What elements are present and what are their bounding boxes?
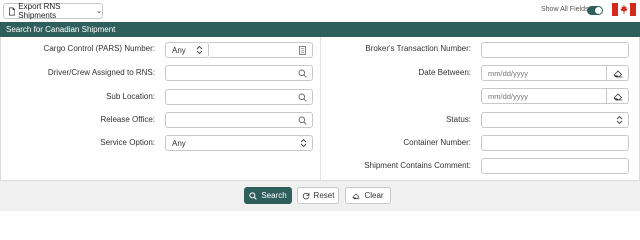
search-panel-header: Search for Canadian Shipment — [0, 22, 640, 37]
sub-location-input[interactable] — [165, 89, 313, 105]
date-to-placeholder: mm/dd/yyyy — [488, 91, 529, 101]
list-icon — [299, 46, 306, 55]
top-toolbar: Export RNS Shipments ⌄ Show All Fields — [0, 0, 640, 22]
chevron-down-icon: ⌄ — [96, 8, 102, 15]
export-button-label: Export RNS Shipments — [18, 2, 61, 20]
release-office-label: Release Office: — [100, 115, 155, 124]
clear-date-to-button[interactable] — [607, 88, 629, 104]
search-icon — [249, 191, 258, 200]
show-all-fields-toggle[interactable] — [587, 6, 603, 15]
refresh-icon — [302, 192, 309, 199]
driver-crew-input[interactable] — [165, 65, 313, 81]
service-option-value: Any — [172, 138, 186, 148]
cargo-control-label: Cargo Control (PARS) Number: — [43, 44, 155, 53]
cargo-control-number-input[interactable] — [209, 42, 313, 58]
service-option-label: Service Option: — [100, 138, 155, 147]
status-select[interactable] — [481, 112, 629, 128]
updown-chevron-icon — [616, 115, 623, 125]
search-button[interactable]: Search — [244, 187, 292, 204]
date-from-input[interactable]: mm/dd/yyyy — [481, 65, 607, 81]
broker-transaction-input[interactable] — [481, 42, 629, 58]
clear-date-from-button[interactable] — [607, 65, 629, 81]
sub-location-label: Sub Location: — [106, 92, 155, 101]
export-rns-shipments-button[interactable]: Export RNS Shipments ⌄ — [3, 2, 103, 20]
clear-button[interactable]: Clear — [345, 187, 391, 204]
eraser-icon — [352, 193, 361, 199]
driver-crew-label: Driver/Crew Assigned to RNS: — [47, 68, 155, 77]
status-label: Status: — [446, 115, 471, 124]
search-icon[interactable] — [298, 93, 307, 102]
container-number-input[interactable] — [481, 135, 629, 151]
eraser-icon — [612, 69, 622, 77]
cargo-control-select[interactable]: Any — [165, 42, 209, 58]
reset-button[interactable]: Reset — [297, 187, 339, 204]
reset-button-label: Reset — [313, 191, 335, 200]
updown-chevron-icon — [300, 138, 307, 148]
service-option-select[interactable]: Any — [165, 135, 313, 151]
updown-chevron-icon — [196, 45, 203, 55]
search-button-label: Search — [261, 191, 287, 200]
release-office-input[interactable] — [165, 112, 313, 128]
date-between-label: Date Between: — [418, 68, 471, 77]
broker-transaction-label: Broker's Transaction Number: — [365, 44, 471, 53]
file-icon — [9, 7, 16, 15]
shipment-comment-label: Shipment Contains Comment: — [364, 161, 471, 170]
cargo-control-select-value: Any — [172, 45, 186, 55]
date-from-placeholder: mm/dd/yyyy — [488, 68, 529, 78]
column-divider — [320, 37, 321, 180]
form-footer: Search Reset Clear — [0, 180, 640, 211]
search-icon[interactable] — [298, 116, 307, 125]
date-to-input[interactable]: mm/dd/yyyy — [481, 88, 607, 104]
clear-button-label: Clear — [364, 191, 384, 200]
shipment-comment-input[interactable] — [481, 158, 629, 174]
eraser-icon — [612, 92, 622, 100]
container-number-label: Container Number: — [403, 138, 471, 147]
search-form: Cargo Control (PARS) Number: Any Driver/… — [0, 37, 640, 180]
canada-flag-icon — [612, 3, 636, 16]
show-all-fields-label: Show All Fields — [541, 6, 589, 13]
search-icon[interactable] — [298, 69, 307, 78]
